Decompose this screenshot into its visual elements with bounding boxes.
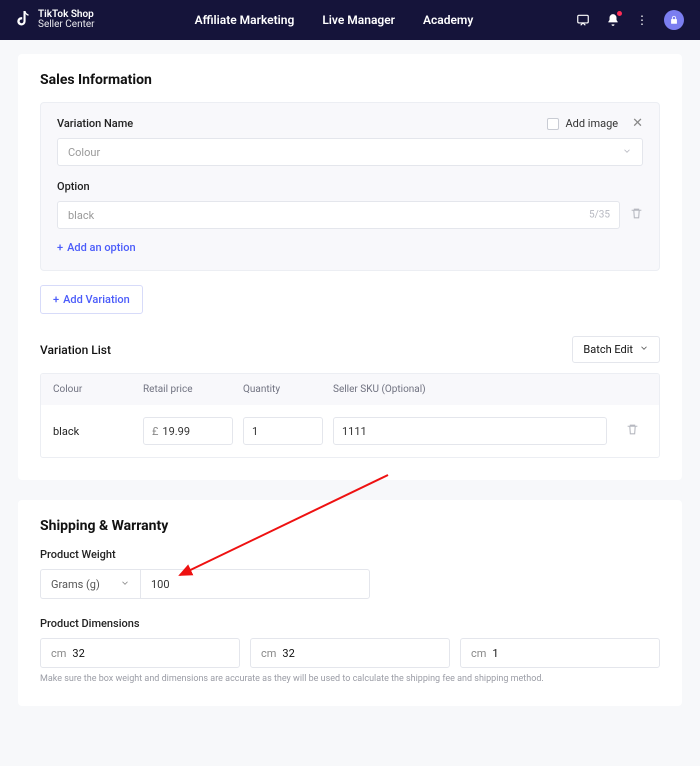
shipping-warranty-card: Shipping & Warranty Product Weight Grams… [18,500,682,706]
currency-prefix: £ [152,425,158,438]
nav-live-manager[interactable]: Live Manager [322,13,395,27]
delete-row-button[interactable] [617,423,647,439]
sales-information-card: Sales Information Variation Name Add ima… [18,54,682,480]
product-weight-label: Product Weight [40,548,660,561]
chevron-down-icon [120,578,130,591]
table-row: black £ 19.99 1 1111 [41,405,659,457]
dimension-length-input[interactable]: cm 32 [40,638,240,668]
top-nav: Affiliate Marketing Live Manager Academy [195,13,474,27]
variation-name-label: Variation Name [57,117,133,130]
avatar[interactable] [664,10,684,30]
option-input[interactable]: black [57,201,620,229]
dimensions-hint: Make sure the box weight and dimensions … [40,674,660,684]
option-char-count: 5/35 [589,210,610,221]
plus-icon: + [57,241,63,254]
tiktok-logo-icon [16,11,32,29]
dimension-width-input[interactable]: cm 32 [250,638,450,668]
delete-option-button[interactable] [630,207,643,223]
notification-dot-icon [617,11,622,16]
variation-name-select[interactable]: Colour [57,138,643,166]
option-label: Option [57,180,643,193]
add-image-checkbox[interactable]: Add image [547,117,618,130]
weight-unit-select[interactable]: Grams (g) [40,569,140,599]
sku-input[interactable]: 1111 [333,417,607,445]
option-value: black [68,209,94,222]
chat-icon[interactable] [576,13,590,27]
variation-box: Variation Name Add image ✕ Colour Option [40,102,660,271]
more-icon[interactable]: ⋮ [636,13,648,27]
brand[interactable]: TikTok Shop Seller Center [16,10,95,31]
notifications-icon[interactable] [606,13,620,27]
chevron-down-icon [622,146,632,159]
product-weight-row: Grams (g) 100 [40,569,660,599]
close-icon[interactable]: ✕ [632,117,643,130]
add-variation-button[interactable]: + Add Variation [40,285,143,314]
variation-select-value: Colour [68,146,100,159]
top-bar: TikTok Shop Seller Center Affiliate Mark… [0,0,700,40]
th-colour: Colour [53,384,133,395]
plus-icon: + [53,293,59,306]
weight-value-input[interactable]: 100 [140,569,370,599]
nav-academy[interactable]: Academy [423,13,473,27]
dimension-height-input[interactable]: cm 1 [460,638,660,668]
chevron-down-icon [639,343,649,356]
batch-edit-button[interactable]: Batch Edit [572,336,660,363]
retail-price-input[interactable]: £ 19.99 [143,417,233,445]
variation-list-label: Variation List [40,343,111,357]
product-dimensions-label: Product Dimensions [40,617,660,630]
product-dimensions-row: cm 32 cm 32 cm 1 [40,638,660,668]
checkbox-icon [547,118,559,130]
shipping-heading: Shipping & Warranty [40,518,660,534]
brand-text: TikTok Shop Seller Center [38,10,95,31]
th-quantity: Quantity [243,384,323,395]
nav-affiliate-marketing[interactable]: Affiliate Marketing [195,13,295,27]
quantity-input[interactable]: 1 [243,417,323,445]
top-right: ⋮ [576,10,684,30]
row-colour: black [53,425,133,438]
table-header: Colour Retail price Quantity Seller SKU … [41,374,659,405]
th-price: Retail price [143,384,233,395]
add-option-link[interactable]: + Add an option [57,241,643,254]
variation-table: Colour Retail price Quantity Seller SKU … [40,373,660,458]
th-sku: Seller SKU (Optional) [333,384,607,395]
sales-heading: Sales Information [40,72,660,88]
option-input-wrap: black 5/35 [57,201,620,229]
